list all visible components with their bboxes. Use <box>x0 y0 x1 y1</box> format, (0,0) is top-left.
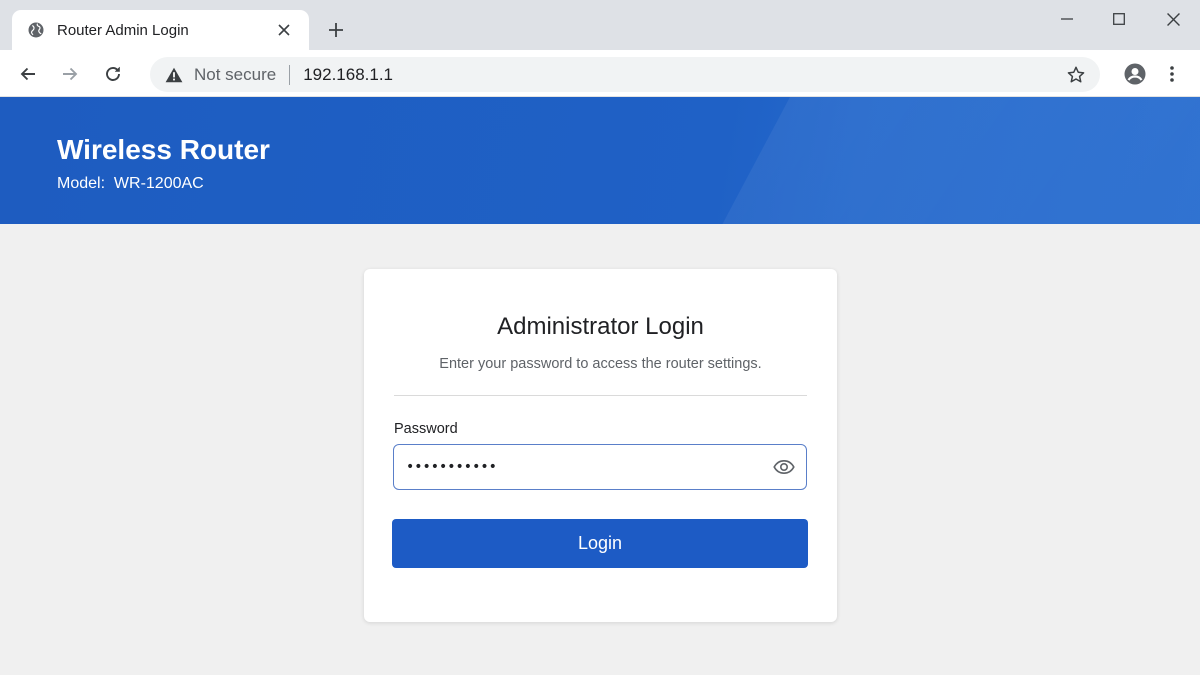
omnibox-divider <box>289 64 291 85</box>
maximize-icon[interactable] <box>1102 6 1136 32</box>
brand-title: Wireless Router <box>57 134 270 165</box>
security-status-label[interactable]: Not secure <box>194 65 276 85</box>
minimize-icon[interactable] <box>1050 6 1084 32</box>
tab-strip: Router Admin Login <box>0 0 1200 50</box>
star-icon[interactable] <box>1064 63 1088 87</box>
login-title: Administrator Login <box>497 313 704 340</box>
password-label: Password <box>394 421 458 437</box>
login-button[interactable]: Login <box>392 519 808 568</box>
warning-icon[interactable] <box>164 65 184 85</box>
account-icon[interactable] <box>1120 59 1150 89</box>
reload-icon[interactable] <box>98 59 128 89</box>
login-subtitle: Enter your password to access the router… <box>439 356 762 372</box>
close-window-icon[interactable] <box>1156 6 1190 32</box>
eye-icon[interactable] <box>772 455 796 479</box>
password-input[interactable] <box>406 459 772 475</box>
browser-tab[interactable]: Router Admin Login <box>12 10 309 50</box>
tab-close-icon[interactable] <box>273 19 295 41</box>
address-bar[interactable]: Not secure 192.168.1.1 <box>150 57 1100 92</box>
url-text[interactable]: 192.168.1.1 <box>303 65 393 85</box>
browser-toolbar: Not secure 192.168.1.1 <box>0 50 1200 97</box>
header-banner: Wireless Router Model: WR-1200AC <box>0 97 1200 224</box>
card-divider <box>394 395 807 396</box>
model-label: Model: WR-1200AC <box>57 175 204 192</box>
new-tab-plus-icon[interactable] <box>322 16 350 44</box>
password-field[interactable] <box>393 444 807 490</box>
forward-arrow-icon[interactable] <box>55 59 85 89</box>
login-card: Administrator Login Enter your password … <box>364 269 837 622</box>
more-vert-icon[interactable] <box>1157 59 1187 89</box>
globe-icon <box>26 20 46 40</box>
page-content: Wireless Router Model: WR-1200AC Adminis… <box>0 97 1200 675</box>
back-arrow-icon[interactable] <box>13 59 43 89</box>
tab-title: Router Admin Login <box>57 21 189 39</box>
